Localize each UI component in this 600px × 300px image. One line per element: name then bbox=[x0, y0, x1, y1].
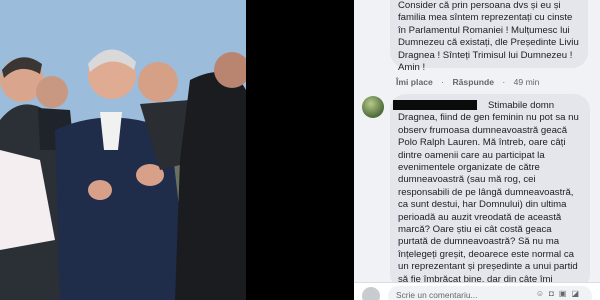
comment-timestamp[interactable]: 49 min bbox=[514, 77, 540, 87]
redacted-author-name bbox=[393, 100, 477, 110]
gif-icon[interactable]: ▣ bbox=[559, 289, 572, 298]
comment-bubble: Stimabile domn Dragnea, fiind de gen fem… bbox=[390, 94, 590, 300]
sticker-icon[interactable]: ◪ bbox=[571, 289, 584, 298]
comment-text: Stimabile domn Dragnea, fiind de gen fem… bbox=[398, 100, 579, 300]
comments-panel: Consider că prin persoana dvs și eu și f… bbox=[354, 0, 600, 300]
comment-bubble: Consider că prin persoana dvs și eu și f… bbox=[390, 0, 588, 73]
black-divider bbox=[246, 0, 354, 300]
comment-actions: Îmi place · Răspunde · 49 min bbox=[396, 77, 545, 87]
comment-composer: Scrie un comentariu... ☺◘▣◪ bbox=[354, 282, 600, 300]
emoji-icon[interactable]: ☺ bbox=[536, 289, 549, 298]
action-separator: · bbox=[441, 77, 445, 87]
composer-icons: ☺◘▣◪ bbox=[536, 289, 584, 298]
camera-icon[interactable]: ◘ bbox=[549, 289, 559, 298]
comment-text: Consider că prin persoana dvs și eu și f… bbox=[398, 0, 579, 74]
action-separator: · bbox=[502, 77, 506, 87]
photo-illustration bbox=[0, 0, 246, 300]
like-link[interactable]: Îmi place bbox=[396, 77, 433, 87]
news-photo bbox=[0, 0, 246, 300]
avatar[interactable] bbox=[362, 96, 384, 118]
avatar bbox=[362, 287, 380, 300]
reply-link[interactable]: Răspunde bbox=[452, 77, 494, 87]
